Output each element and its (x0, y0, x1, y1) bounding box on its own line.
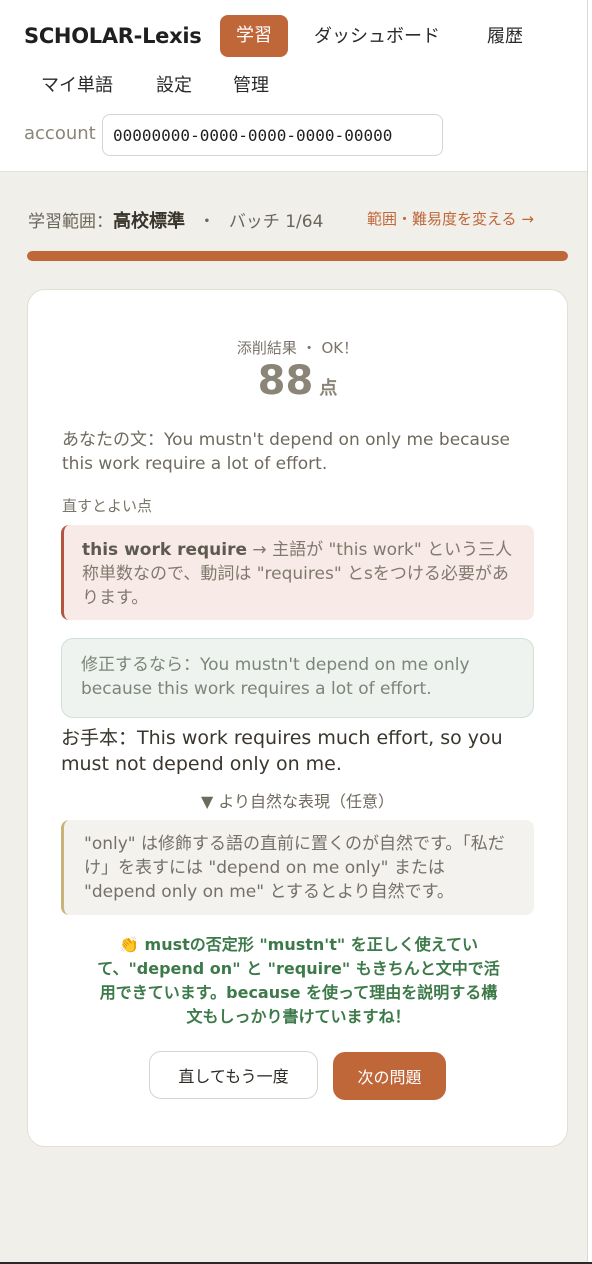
error-phrase: this work require (82, 540, 248, 560)
natural-expression-note: "only" は修飾する語の直前に置くのが自然です。「私だけ」を表すには "de… (61, 820, 534, 915)
correction-box: 修正するなら：You mustn't depend on me only bec… (61, 638, 534, 718)
scope-prefix: 学習範囲： (28, 212, 113, 232)
account-label: account (24, 123, 96, 144)
nav-settings[interactable]: 設定 (156, 74, 192, 98)
result-label: 添削結果 ・ OK！ (236, 339, 359, 357)
result-card: 添削結果 ・ OK！ 88 点 あなたの文：You mustn't depend … (27, 289, 568, 1147)
batch-progress-bar (27, 251, 568, 261)
batch-progress-fill (27, 251, 568, 261)
score: 88 点 (28, 358, 567, 404)
nav-admin[interactable]: 管理 (233, 74, 269, 98)
scope-separator: ・ (198, 212, 216, 232)
your-sentence: あなたの文：You mustn't depend on only me beca… (62, 430, 511, 474)
praise-message: 👏 mustの否定形 "mustn't" を正しく使えていて、"depend o… (97, 935, 500, 1026)
fix-points-title: 直すとよい点 (62, 497, 153, 515)
scope-level: 高校標準 (113, 211, 185, 232)
scope-batch: バッチ 1/64 (228, 212, 324, 232)
nav-my-words[interactable]: マイ単語 (41, 74, 113, 98)
score-unit: 点 (319, 378, 338, 399)
score-value: 88 (257, 358, 314, 404)
study-scope: 学習範囲：高校標準 ・ バッチ 1/64 (28, 207, 323, 233)
model-sentence: お手本：This work requires much effort, so y… (61, 727, 503, 775)
scrollbar-edge (587, 0, 592, 1264)
next-question-button[interactable]: 次の問題 (333, 1052, 446, 1100)
account-id-input[interactable] (102, 114, 443, 156)
nav-dashboard[interactable]: ダッシュボード (314, 25, 440, 49)
natural-expression-toggle[interactable]: ▼ より自然な表現（任意） (28, 788, 567, 812)
nav-history[interactable]: 履歴 (487, 25, 523, 49)
top-header: SCHOLAR-Lexis 学習 ダッシュボード 履歴 マイ単語 設定 管理 a… (0, 0, 587, 172)
nav-study[interactable]: 学習 (220, 15, 288, 57)
error-point-box: this work require → 主語が "this work" という三… (61, 525, 534, 620)
retry-button[interactable]: 直してもう一度 (149, 1051, 318, 1099)
brand-logo[interactable]: SCHOLAR-Lexis (24, 24, 202, 48)
change-scope-link[interactable]: 範囲・難易度を変える → (367, 208, 534, 229)
